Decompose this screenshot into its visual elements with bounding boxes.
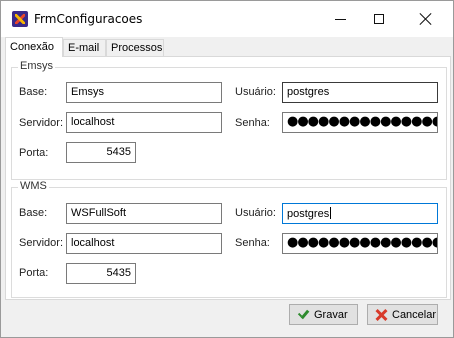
close-button[interactable] — [403, 1, 449, 37]
wms-usuario-input[interactable]: postgres — [282, 203, 438, 224]
maximize-icon — [374, 14, 384, 24]
window-title: FrmConfiguracoes — [34, 12, 143, 26]
wms-servidor-label: Servidor: — [19, 237, 64, 249]
tab-processos[interactable]: Processos — [106, 39, 164, 56]
title-bar[interactable]: FrmConfiguracoes — [1, 1, 453, 37]
checkmark-icon — [296, 308, 310, 322]
wms-usuario-value: postgres — [287, 208, 330, 220]
app-icon — [12, 11, 28, 27]
emsys-base-input[interactable]: Emsys — [66, 82, 222, 103]
x-icon — [374, 308, 388, 322]
config-window: FrmConfiguracoes Conexão E-mail Processo… — [0, 0, 454, 338]
emsys-servidor-label: Servidor: — [19, 117, 64, 129]
wms-usuario-label: Usuário: — [235, 207, 276, 219]
tab-page-conexao: Emsys Base: Emsys Servidor: localhost Po… — [5, 56, 451, 300]
emsys-usuario-input[interactable]: postgres — [282, 82, 438, 103]
emsys-porta-label: Porta: — [19, 147, 49, 159]
emsys-usuario-label: Usuário: — [235, 86, 276, 98]
minimize-icon — [334, 18, 346, 20]
emsys-base-label: Base: — [19, 86, 48, 98]
cancelar-label: Cancelar — [392, 308, 437, 321]
wms-base-label: Base: — [19, 207, 48, 219]
emsys-group: Emsys Base: Emsys Servidor: localhost Po… — [11, 60, 447, 180]
wms-senha-input[interactable]: ●●●●●●●●●●●●●●● — [282, 233, 438, 254]
tab-conexao[interactable]: Conexão — [5, 37, 63, 57]
emsys-senha-label: Senha: — [235, 117, 270, 129]
gravar-button[interactable]: Gravar — [289, 304, 358, 325]
text-caret — [330, 207, 332, 219]
wms-senha-label: Senha: — [235, 237, 270, 249]
emsys-group-caption: Emsys — [18, 60, 55, 72]
wms-group-caption: WMS — [18, 180, 49, 192]
wms-base-input[interactable]: WSFullSoft — [66, 203, 222, 224]
maximize-button[interactable] — [356, 1, 402, 37]
emsys-servidor-input[interactable]: localhost — [66, 112, 222, 133]
wms-porta-label: Porta: — [19, 267, 49, 279]
tab-email[interactable]: E-mail — [63, 39, 106, 56]
wms-porta-input[interactable]: 5435 — [66, 263, 136, 284]
gravar-label: Gravar — [314, 308, 348, 321]
close-icon — [420, 13, 432, 25]
wms-servidor-input[interactable]: localhost — [66, 233, 222, 254]
cancelar-button[interactable]: Cancelar — [367, 304, 438, 325]
wms-group: WMS Base: WSFullSoft Servidor: localhost… — [11, 180, 447, 298]
emsys-porta-input[interactable]: 5435 — [66, 142, 136, 163]
emsys-senha-input[interactable]: ●●●●●●●●●●●●●●● — [282, 112, 438, 133]
